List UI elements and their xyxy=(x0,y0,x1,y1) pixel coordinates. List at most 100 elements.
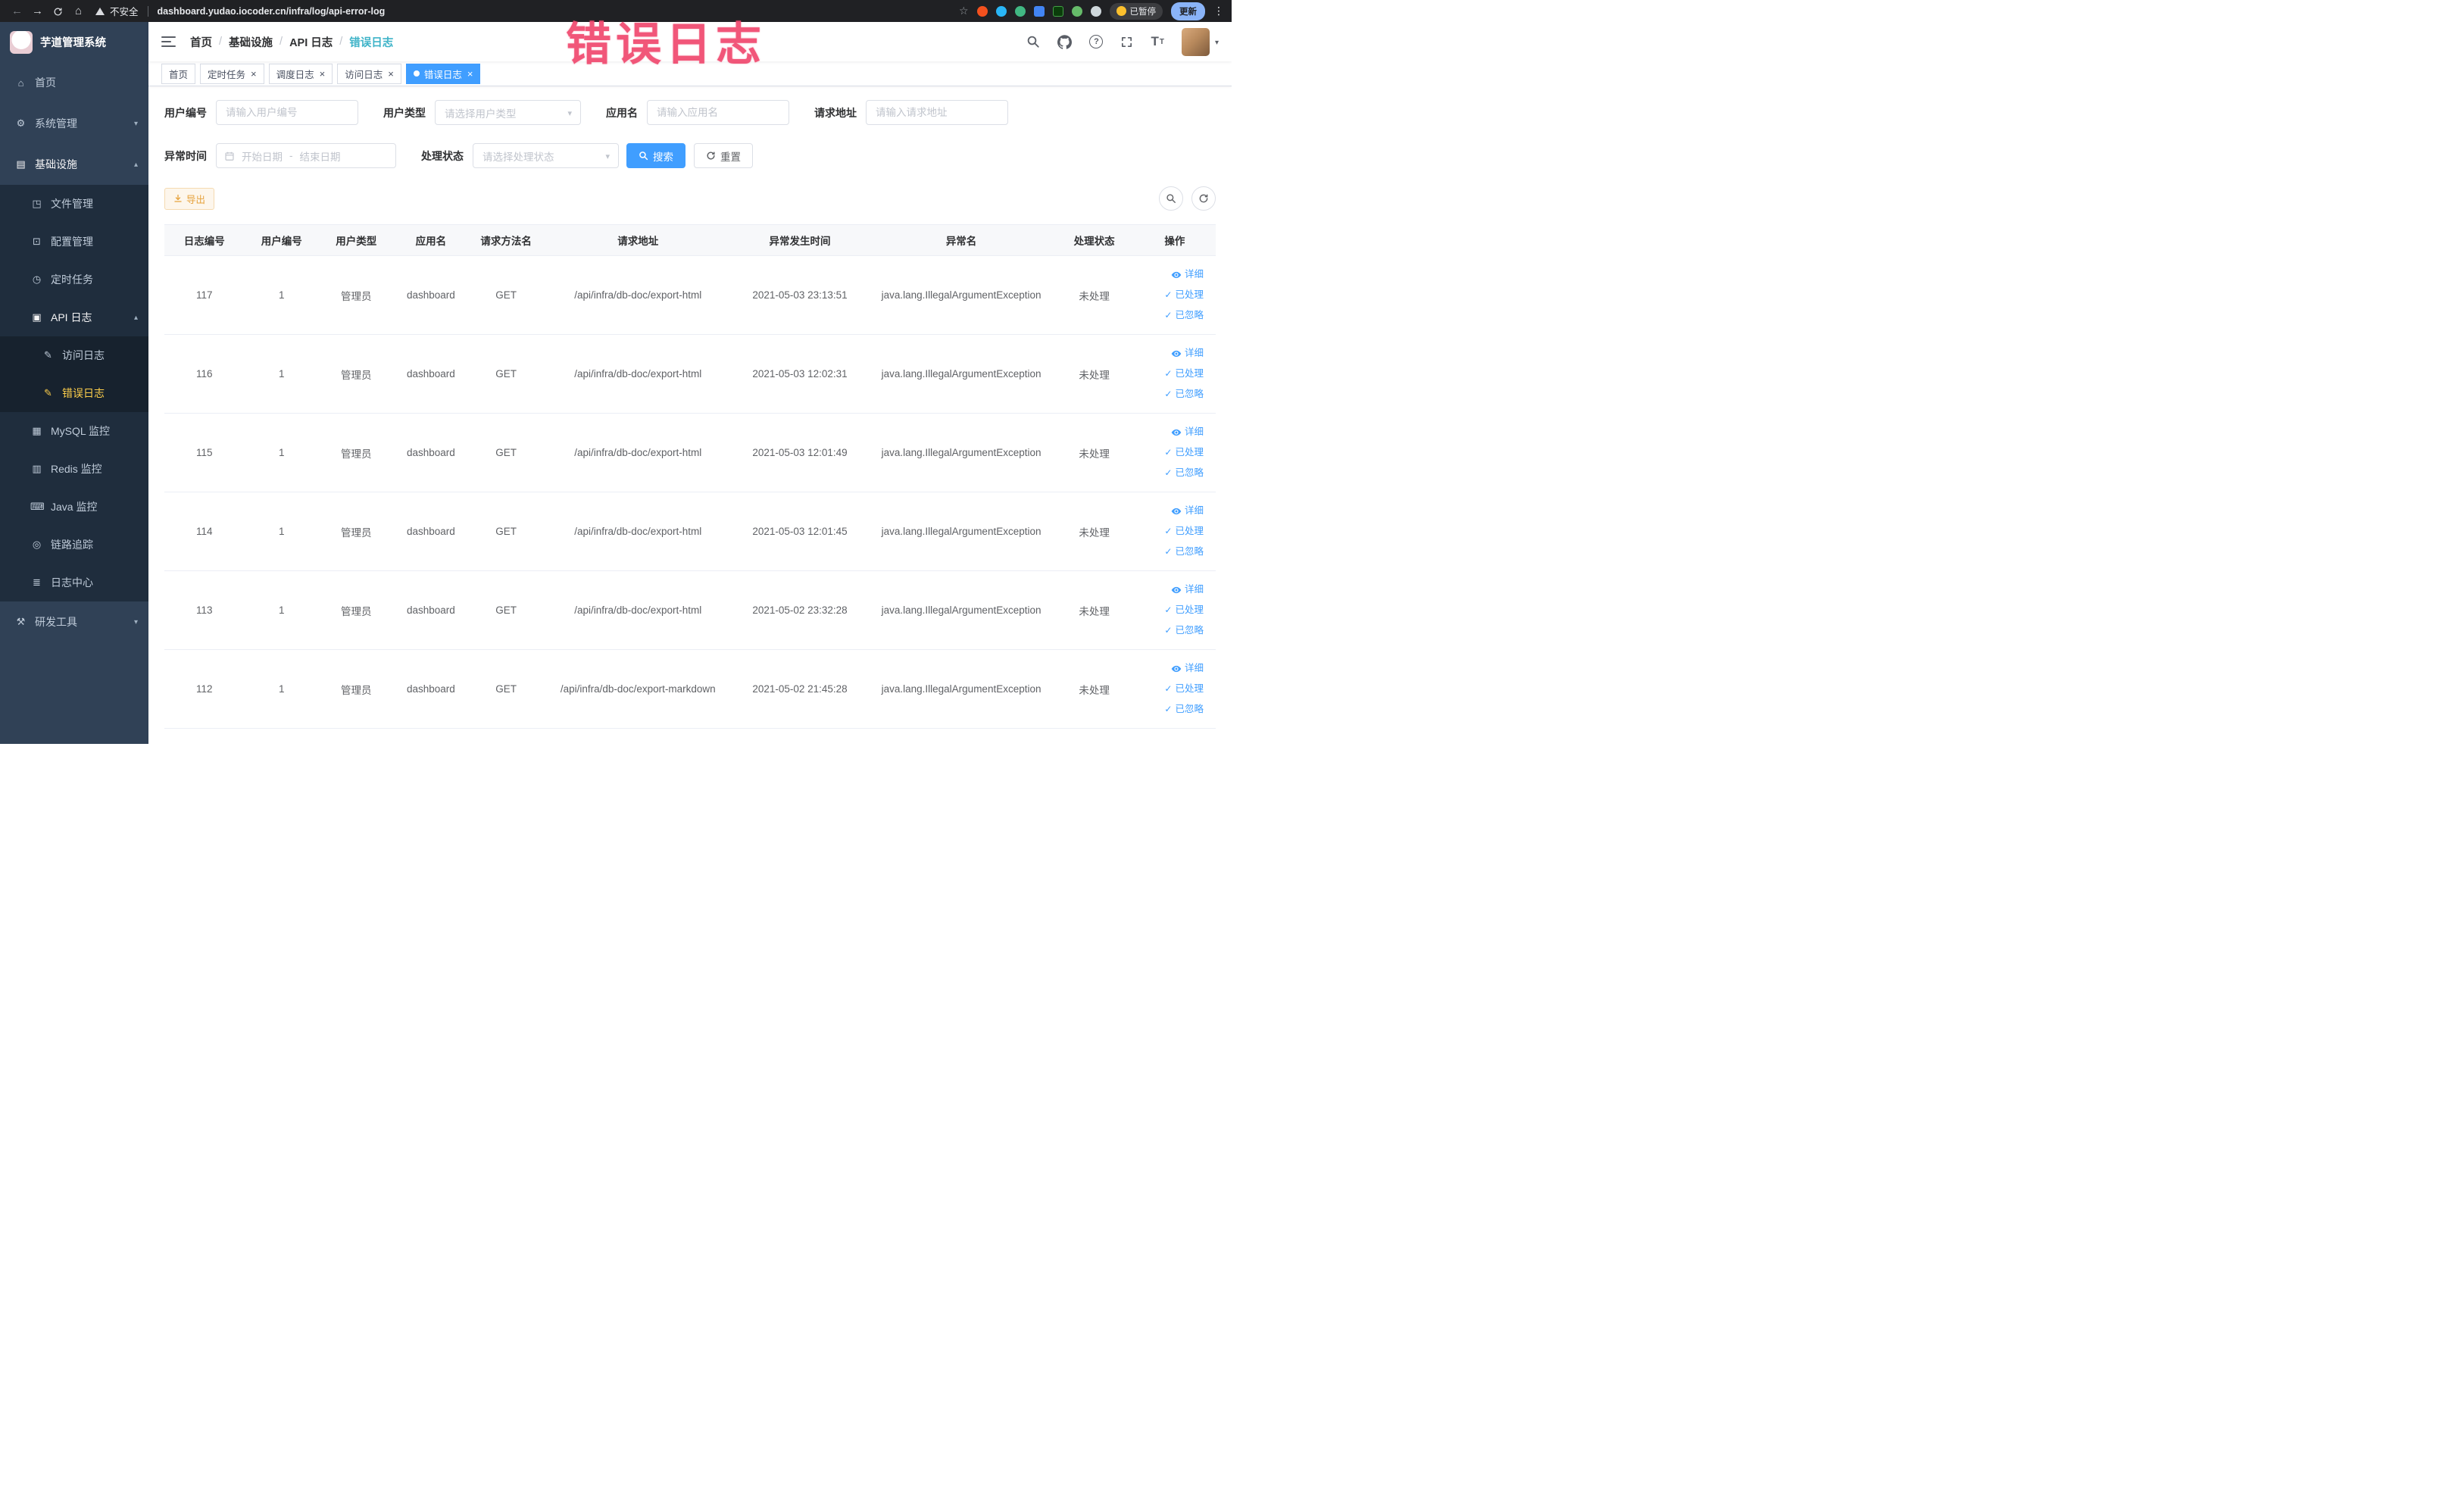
processed-link[interactable]: 已处理 xyxy=(1138,679,1204,699)
detail-link[interactable]: 详细 xyxy=(1138,658,1204,679)
user-type-select[interactable]: 请选择用户类型 xyxy=(435,100,581,125)
toggle-search-button[interactable] xyxy=(1159,186,1183,211)
reset-button[interactable]: 重置 xyxy=(694,143,753,168)
action-label: 已处理 xyxy=(1175,447,1204,458)
action-label: 已忽略 xyxy=(1175,704,1204,714)
address-bar[interactable]: 不安全 dashboard.yudao.iocoder.cn/infra/log… xyxy=(95,4,385,18)
sidebar-item-doc[interactable]: ✎ 错误日志 xyxy=(0,374,148,412)
process-status-select[interactable]: 请选择处理状态 xyxy=(473,143,619,168)
end-date-placeholder: 结束日期 xyxy=(299,151,341,163)
sidebar-item-tools[interactable]: ⚒ 研发工具 ▾ xyxy=(0,601,148,642)
check-icon xyxy=(1164,285,1172,305)
sidebar-item-trace[interactable]: ◎ 链路追踪 xyxy=(0,526,148,564)
processed-link[interactable]: 已处理 xyxy=(1138,442,1204,463)
processed-link[interactable]: 已处理 xyxy=(1138,521,1204,542)
close-icon[interactable] xyxy=(320,69,326,79)
tab[interactable]: 访问日志 xyxy=(337,63,401,84)
tab[interactable]: 错误日志 xyxy=(405,63,481,84)
action-label: 已忽略 xyxy=(1175,467,1204,478)
extension-icon[interactable] xyxy=(1071,5,1082,17)
help-icon[interactable] xyxy=(1089,35,1104,48)
extension-icon[interactable] xyxy=(1052,5,1063,17)
reload-icon[interactable] xyxy=(48,0,67,22)
extension-icon[interactable] xyxy=(976,5,988,17)
table-row: 113 1 管理员 dashboard GET/api/infra/db-doc/exp… xyxy=(164,570,1216,650)
ignored-link[interactable]: 已忽略 xyxy=(1138,699,1204,720)
detail-link[interactable]: 详细 xyxy=(1138,422,1204,442)
url-text[interactable]: dashboard.yudao.iocoder.cn/infra/log/api… xyxy=(158,6,386,17)
ignored-link[interactable]: 已忽略 xyxy=(1138,542,1204,562)
sidebar-item-logcenter[interactable]: ≣ 日志中心 xyxy=(0,564,148,601)
cell-time: 2021-05-03 12:01:45 xyxy=(732,492,868,571)
font-size-icon[interactable] xyxy=(1151,34,1164,49)
update-button[interactable]: 更新 xyxy=(1171,2,1205,20)
cell-id: 117 xyxy=(164,255,245,335)
refresh-table-button[interactable] xyxy=(1191,186,1216,211)
sidebar-item-api[interactable]: ▣ API 日志 ▴ xyxy=(0,298,148,336)
sidebar-item-file[interactable]: ◳ 文件管理 xyxy=(0,185,148,223)
fullscreen-icon[interactable] xyxy=(1120,36,1133,48)
cell-status: 未处理 xyxy=(1054,255,1134,335)
sidebar-item-timer[interactable]: ◷ 定时任务 xyxy=(0,261,148,298)
exception-time-range-picker[interactable]: 开始日期 - 结束日期 xyxy=(216,143,396,168)
sidebar-item-java[interactable]: ⌨ Java 监控 xyxy=(0,488,148,526)
tab[interactable]: 定时任务 xyxy=(200,63,264,84)
user-id-input[interactable] xyxy=(216,100,358,125)
sidebar-item-mysql[interactable]: ▦ MySQL 监控 xyxy=(0,412,148,450)
calendar-icon xyxy=(224,151,235,161)
extension-icon[interactable] xyxy=(1090,5,1101,17)
hamburger-icon[interactable] xyxy=(161,36,176,47)
close-icon[interactable] xyxy=(388,69,394,79)
export-button[interactable]: 导出 xyxy=(164,187,215,210)
app-name-input[interactable] xyxy=(647,100,789,125)
breadcrumb-item[interactable]: 首页 xyxy=(190,34,212,50)
cell-time: 2021-05-02 21:45:28 xyxy=(732,649,868,729)
detail-link[interactable]: 详细 xyxy=(1138,343,1204,364)
forward-icon[interactable] xyxy=(28,0,47,22)
github-icon[interactable] xyxy=(1057,34,1073,49)
close-icon[interactable] xyxy=(251,69,257,79)
breadcrumb-item[interactable]: API 日志 xyxy=(289,34,333,50)
extension-icon[interactable] xyxy=(1033,5,1045,17)
detail-link[interactable]: 详细 xyxy=(1138,264,1204,285)
sidebar-item-infra[interactable]: ▤ 基础设施 ▴ xyxy=(0,144,148,185)
processed-link[interactable]: 已处理 xyxy=(1138,285,1204,305)
sidebar-item-doc[interactable]: ✎ 访问日志 xyxy=(0,336,148,374)
browser-home-icon[interactable] xyxy=(69,0,88,22)
sidebar-item-redis[interactable]: ▥ Redis 监控 xyxy=(0,450,148,488)
ignored-link[interactable]: 已忽略 xyxy=(1138,384,1204,405)
user-menu[interactable] xyxy=(1181,27,1219,56)
back-icon[interactable] xyxy=(8,0,27,22)
extension-icon[interactable] xyxy=(995,5,1007,17)
ignored-link[interactable]: 已忽略 xyxy=(1138,620,1204,641)
search-button[interactable]: 搜索 xyxy=(626,143,685,168)
tab[interactable]: 首页 xyxy=(161,63,196,84)
cell-user_id: 1 xyxy=(244,649,320,729)
paused-badge[interactable]: 已暂停 xyxy=(1109,2,1163,20)
check-icon xyxy=(1164,699,1172,720)
sidebar-item-home[interactable]: ⌂ 首页 xyxy=(0,62,148,103)
browser-menu-icon[interactable] xyxy=(1213,5,1224,17)
logo[interactable]: 芋道管理系统 xyxy=(0,22,148,62)
detail-link[interactable]: 详细 xyxy=(1138,579,1204,600)
request-url-input[interactable] xyxy=(866,100,1008,125)
filter-label: 处理状态 xyxy=(421,149,464,162)
processed-link[interactable]: 已处理 xyxy=(1138,364,1204,384)
breadcrumb-item[interactable]: 基础设施 xyxy=(229,34,273,50)
tab[interactable]: 调度日志 xyxy=(268,63,333,84)
search-icon xyxy=(639,151,648,161)
processed-link[interactable]: 已处理 xyxy=(1138,600,1204,620)
extension-icon[interactable] xyxy=(1014,5,1026,17)
cell-id: 112 xyxy=(164,649,245,729)
bookmark-star-icon[interactable] xyxy=(959,5,969,17)
cell-id: 113 xyxy=(164,570,245,650)
doc-icon: ✎ xyxy=(44,349,52,361)
detail-link[interactable]: 详细 xyxy=(1138,501,1204,521)
ignored-link[interactable]: 已忽略 xyxy=(1138,463,1204,483)
sidebar-item-config[interactable]: ⊡ 配置管理 xyxy=(0,223,148,261)
close-icon[interactable] xyxy=(467,69,473,79)
ignored-link[interactable]: 已忽略 xyxy=(1138,305,1204,326)
search-icon[interactable] xyxy=(1026,35,1040,48)
cell-user_id: 1 xyxy=(244,334,320,414)
sidebar-item-gear[interactable]: ⚙ 系统管理 ▾ xyxy=(0,103,148,144)
